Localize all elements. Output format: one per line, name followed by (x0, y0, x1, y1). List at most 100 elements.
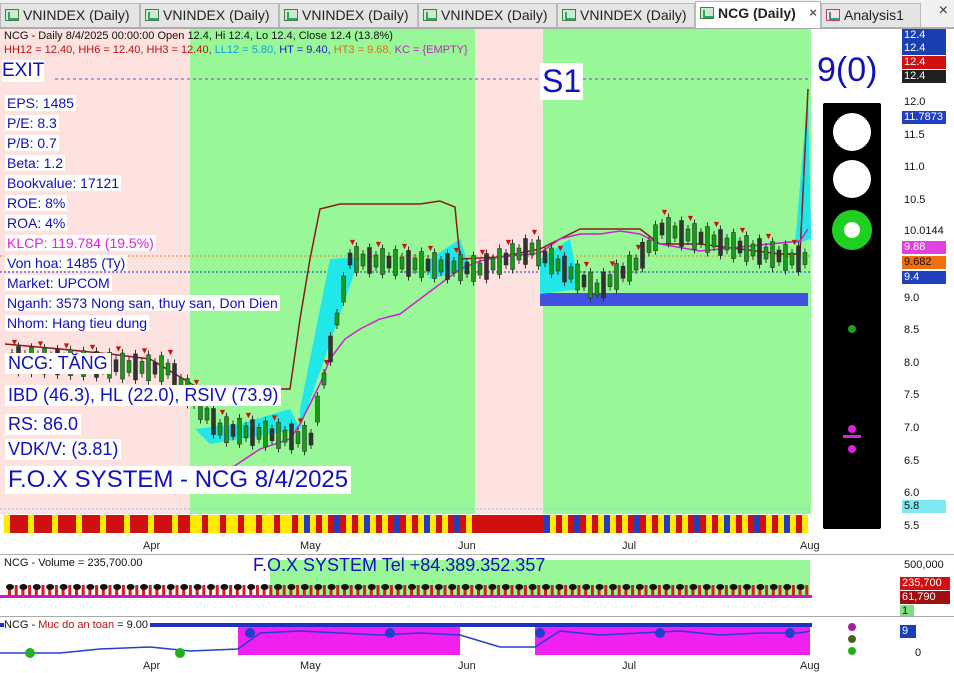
y-tick-label: 5.5 (904, 519, 920, 532)
signal-cell (358, 515, 364, 533)
volume-dot (408, 584, 416, 590)
signal-cell (382, 515, 388, 533)
signal-cell (352, 515, 358, 533)
close-window-icon[interactable]: × (939, 2, 948, 20)
signal-cell (766, 515, 772, 533)
volume-dot (515, 584, 524, 590)
signal-cell (442, 515, 448, 533)
sell-arrow-icon: ▼ (62, 340, 71, 350)
signal-cell (190, 515, 196, 533)
legend-dot (848, 635, 856, 643)
price-panel[interactable]: ▼ ▼ ▼ ▼ ▼ ▼ ▼ ▼ ▼ ▼ ▼ ▼ ▼ ▼ ▼ ▼ ▼ ▼ ▼ ▼ ▼ ▼ ▼ ▼ ▼ ▼ ▼ ▼ ▼ ▼ ▼ NCG - Da… (0, 28, 954, 554)
signal-cell (400, 515, 406, 533)
volume-bar (54, 585, 58, 595)
volume-bar (148, 585, 152, 595)
candle-body (737, 240, 743, 254)
volume-dot (488, 584, 497, 590)
signal-cell (154, 515, 160, 533)
sell-arrow-icon: ▼ (582, 259, 591, 269)
price-tag: 10.0144 (902, 225, 946, 238)
signal-cell (454, 515, 460, 533)
tab-vnindex-1[interactable]: VNINDEX (Daily) (0, 3, 140, 27)
tab-vnindex-3[interactable]: VNINDEX (Daily) (279, 3, 418, 27)
chart-icon (700, 7, 714, 19)
volume-dot (542, 584, 550, 590)
sell-arrow-icon: ▼ (296, 416, 305, 426)
volume-dot (434, 584, 443, 590)
price-header: NCG - Daily 8/4/2025 00:00:00 Open 12.4,… (4, 30, 393, 42)
signal-cell (70, 515, 76, 533)
signal-cell (778, 515, 784, 533)
y-tick-label: 10.5 (904, 193, 926, 206)
volume-dot (461, 584, 470, 590)
candle-body (744, 235, 749, 262)
volume-dot (622, 584, 631, 590)
candle-body (568, 266, 574, 280)
fundamental-item: KLCP: 119.784 (19.5%) (5, 235, 156, 251)
tab-vnindex-5[interactable]: VNINDEX (Daily) (557, 3, 695, 27)
volume-panel[interactable]: NCG - Volume = 235,700.00 F.O.X SYSTEM T… (0, 554, 954, 618)
signal-cell (748, 515, 754, 533)
candle-body (497, 248, 502, 275)
signal-cell (172, 515, 178, 533)
candle-body (139, 361, 145, 374)
close-tab-icon[interactable]: × (809, 2, 817, 24)
price-levels: HH12 = 12.40, HH6 = 12.40, HH3 = 12.40, … (4, 44, 468, 56)
signal-cell (148, 515, 154, 533)
safety-marker (25, 648, 35, 658)
tab-analysis1[interactable]: Analysis1 (821, 3, 921, 27)
sell-arrow-icon: ▼ (10, 337, 19, 347)
safety-tag: 9 (900, 625, 916, 638)
signal-cell (280, 515, 286, 533)
volume-dot (247, 584, 256, 590)
candle-body (464, 261, 470, 275)
volume-bar (443, 585, 447, 595)
candle-body (289, 423, 294, 451)
signal-cell (646, 515, 652, 533)
candle-body (627, 254, 632, 282)
tab-vnindex-4[interactable]: VNINDEX (Daily) (418, 3, 557, 27)
y-tick-label: 11.0 (904, 161, 925, 174)
signal-cell (370, 515, 376, 533)
candle-body (126, 360, 132, 373)
signal-cell (118, 515, 124, 533)
signal-cell (688, 515, 694, 533)
candle-body (204, 407, 210, 421)
candle-body (542, 250, 548, 264)
signal-cell (16, 515, 22, 533)
volume-bar (121, 585, 125, 595)
sell-arrow-icon: ▼ (556, 243, 565, 253)
signal-cell (544, 515, 550, 533)
signal-cell (220, 515, 226, 533)
safety-marker (655, 628, 665, 638)
signal-cell (406, 515, 412, 533)
volume-bar (349, 585, 353, 595)
sell-arrow-icon: ▼ (244, 410, 253, 420)
volume-dot (716, 584, 725, 590)
sell-arrow-icon: ▼ (270, 413, 279, 423)
candle-body (133, 353, 138, 381)
ibd-readout: IBD (46.3), HL (22.0), RSIV (73.9) (5, 385, 282, 406)
signal-cell (130, 515, 136, 533)
y-tick-label: 6.5 (904, 454, 920, 467)
candle-body (659, 222, 665, 236)
volume-bar (523, 585, 527, 595)
volume-bar (671, 585, 675, 595)
safety-panel[interactable]: NCG - Muc do an toan = 9.00 9 0 Apr May Ju… (0, 616, 954, 673)
volume-dot (729, 584, 738, 590)
system-title: F.O.X SYSTEM - NCG 8/4/2025 (5, 466, 352, 494)
tab-bar: VNINDEX (Daily) VNINDEX (Daily) VNINDEX … (0, 0, 954, 28)
signal-cell (460, 515, 466, 533)
tab-ncg[interactable]: NCG (Daily) × (695, 1, 821, 28)
candle-body (477, 262, 483, 276)
signal-cell (208, 515, 214, 533)
candle-body (724, 237, 730, 251)
signal-cell (298, 515, 304, 533)
sell-arrow-icon: ▼ (348, 237, 357, 247)
tab-vnindex-2[interactable]: VNINDEX (Daily) (140, 3, 279, 27)
volume-bar (456, 585, 460, 595)
sell-arrow-icon: ▼ (426, 243, 435, 253)
signal-cell (742, 515, 748, 533)
candle-body (295, 431, 301, 444)
candle-body (360, 253, 366, 267)
